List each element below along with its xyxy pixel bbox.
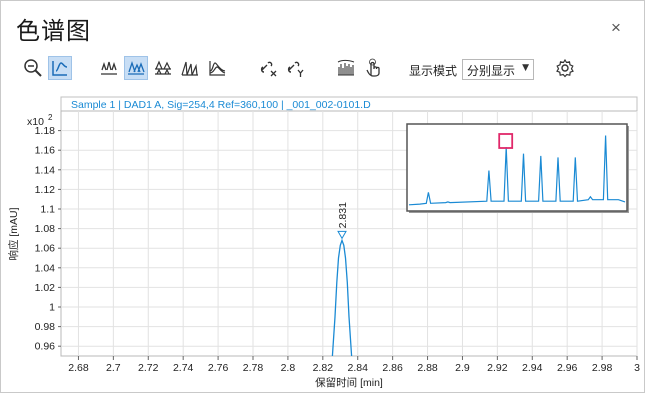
hand-pointer-icon[interactable] [361,56,385,80]
x-tick-label: 2.74 [173,362,194,374]
y-tick-label: 1.12 [35,184,56,196]
y-tick-label: 1.16 [35,145,56,157]
y-tick-label: 0.98 [35,321,56,333]
peak-select-icon[interactable] [48,56,72,80]
link-y-icon[interactable] [283,56,307,80]
separate-peaks-icon[interactable] [151,56,175,80]
peak-label: 2.831 [337,202,349,228]
y-tick-label: 1.02 [35,282,56,294]
y-axis: 0.96 0.98 1 1.02 1.04 1.06 1.08 1.1 1.12 1.14 1.16… [35,125,61,353]
zoom-reset-icon[interactable] [21,56,45,80]
y-tick-label: 1.14 [35,164,56,176]
chart-svg[interactable]: Sample 1 | DAD1 A, Sig=254,4 Ref=360,100… [1,89,645,393]
display-mode-value: 分别显示 [467,64,516,78]
y-tick-label: 1.08 [35,223,56,235]
chromatogram-chart[interactable]: Sample 1 | DAD1 A, Sig=254,4 Ref=360,100… [1,89,645,393]
settings-gear-icon[interactable] [553,56,577,80]
x-axis: 2.68 2.7 2.72 2.74 2.76 2.78 2.8 2.82 2.84 2.86 2.… [68,356,640,374]
y-tick-label: 0.96 [35,341,56,353]
x-tick-label: 2.72 [138,362,159,374]
chromatogram-window: 色谱图 × 显示模式 分别显示 ▼ Sample 1 | DAD1 A, Sig… [0,0,645,393]
y-multiplier: x10 [27,116,44,128]
x-axis-label: 保留时间 [min] [315,376,383,389]
x-tick-label: 2.96 [557,362,578,374]
x-tick-label: 2.7 [106,362,121,374]
link-x-icon[interactable] [256,56,280,80]
x-tick-label: 2.82 [313,362,334,374]
chart-header: Sample 1 | DAD1 A, Sig=254,4 Ref=360,100… [71,99,371,111]
display-mode-label: 显示模式 [409,64,458,78]
tilted-peaks-icon[interactable] [178,56,202,80]
toolbar: 显示模式 分别显示 ▼ [21,56,641,84]
inset-frame [406,123,628,212]
y-axis-label: 响应 [mAU] [7,207,20,260]
x-tick-label: 2.8 [281,362,296,374]
x-tick-label: 2.84 [348,362,369,374]
x-tick-label: 2.88 [417,362,438,374]
stacked-peaks-icon[interactable] [97,56,121,80]
x-tick-label: 2.98 [592,362,613,374]
display-mode-select[interactable]: 分别显示 ▼ [462,59,534,80]
x-tick-label: 3 [634,362,640,374]
x-tick-label: 2.94 [522,362,543,374]
window-title: 色谱图 [16,17,91,45]
x-tick-label: 2.92 [487,362,508,374]
spectrum-icon[interactable] [334,56,358,80]
y-tick-label: 1.04 [35,262,56,274]
x-tick-label: 2.68 [68,362,89,374]
x-tick-label: 2.9 [455,362,470,374]
y-tick-label: 1 [49,302,55,314]
y-multiplier-exp: 2 [48,113,53,122]
y-tick-label: 1.1 [40,204,55,216]
y-tick-label: 1.06 [35,243,56,255]
skewed-peaks-icon[interactable] [205,56,229,80]
x-tick-label: 2.78 [243,362,264,374]
chevron-down-icon: ▼ [522,63,529,73]
overview-inset[interactable] [406,123,629,213]
x-tick-label: 2.86 [382,362,403,374]
overlay-peaks-icon[interactable] [124,56,148,80]
x-tick-label: 2.76 [208,362,229,374]
close-icon[interactable]: × [607,19,625,37]
